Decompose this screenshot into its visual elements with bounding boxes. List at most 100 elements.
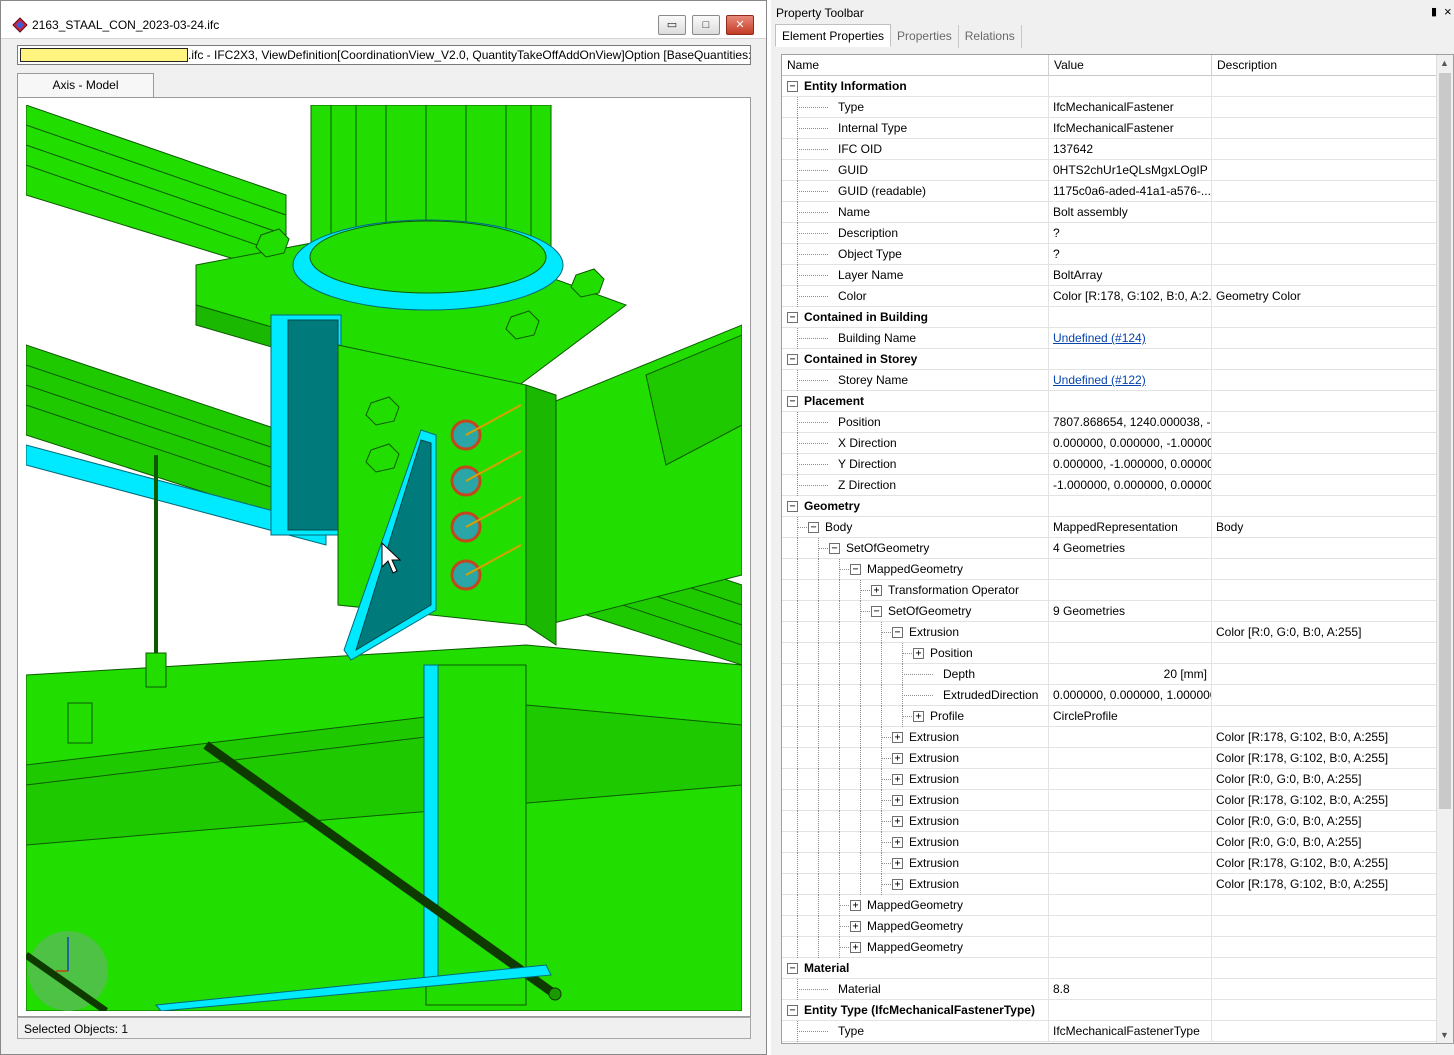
property-row[interactable]: − Body MappedRepresentation Body	[782, 517, 1437, 538]
property-row[interactable]: + MappedGeometry	[782, 937, 1437, 958]
property-row[interactable]: IFC OID 137642	[782, 139, 1437, 160]
scroll-down-icon[interactable]: ▼	[1440, 1030, 1449, 1040]
tab-axis-model[interactable]: Axis - Model	[17, 73, 154, 98]
property-row[interactable]: Color Color [R:178, G:102, B:0, A:2... Geo…	[782, 286, 1437, 307]
property-row[interactable]: + Extrusion Color [R:0, G:0, B:0, A:255]	[782, 811, 1437, 832]
expand-icon[interactable]: +	[892, 774, 903, 785]
expand-icon[interactable]: +	[892, 795, 903, 806]
collapse-icon[interactable]: −	[787, 354, 798, 365]
grid-header: Name Value Description	[782, 55, 1437, 76]
expand-icon[interactable]: +	[892, 858, 903, 869]
property-row[interactable]: Position 7807.868654, 1240.000038, -...	[782, 412, 1437, 433]
scroll-thumb[interactable]	[1439, 73, 1451, 809]
property-row[interactable]: Material 8.8	[782, 979, 1437, 1000]
tree-guide	[818, 622, 819, 643]
property-row[interactable]: + Extrusion Color [R:0, G:0, B:0, A:255]	[782, 769, 1437, 790]
property-row[interactable]: − Contained in Storey	[782, 349, 1437, 370]
property-row[interactable]: + MappedGeometry	[782, 895, 1437, 916]
property-row[interactable]: + Extrusion Color [R:178, G:102, B:0, A:25…	[782, 853, 1437, 874]
tree-guide	[818, 874, 819, 895]
property-row[interactable]: + Position	[782, 643, 1437, 664]
pin-icon[interactable]: ▮	[1431, 5, 1437, 18]
property-row[interactable]: X Direction 0.000000, 0.000000, -1.000000	[782, 433, 1437, 454]
expand-icon[interactable]: +	[892, 837, 903, 848]
property-row[interactable]: ExtrudedDirection 0.000000, 0.000000, 1.0…	[782, 685, 1437, 706]
expand-icon[interactable]: +	[850, 942, 861, 953]
expand-icon[interactable]: +	[913, 711, 924, 722]
property-row[interactable]: + Extrusion Color [R:178, G:102, B:0, A:25…	[782, 748, 1437, 769]
property-row[interactable]: + MappedGeometry	[782, 916, 1437, 937]
property-row[interactable]: Type IfcMechanicalFastener	[782, 97, 1437, 118]
tree-guide	[839, 643, 840, 664]
column-header-value[interactable]: Value	[1049, 55, 1212, 76]
tab-properties[interactable]: Properties	[891, 25, 959, 48]
column-header-description[interactable]: Description	[1212, 55, 1437, 76]
window-titlebar[interactable]: 2163_STAAL_CON_2023-03-24.ifc ▭ □ ✕	[1, 1, 766, 39]
property-row[interactable]: − Entity Information	[782, 76, 1437, 97]
vertical-scrollbar[interactable]: ▲ ▼	[1436, 55, 1453, 1043]
property-row[interactable]: + Extrusion Color [R:0, G:0, B:0, A:255]	[782, 832, 1437, 853]
property-row[interactable]: − Geometry	[782, 496, 1437, 517]
property-row[interactable]: − MappedGeometry	[782, 559, 1437, 580]
property-row[interactable]: Layer Name BoltArray	[782, 265, 1437, 286]
property-row[interactable]: − Contained in Building	[782, 307, 1437, 328]
expand-icon[interactable]: +	[871, 585, 882, 596]
property-row[interactable]: + Profile CircleProfile	[782, 706, 1437, 727]
expand-icon[interactable]: +	[892, 753, 903, 764]
expand-icon[interactable]: +	[913, 648, 924, 659]
property-row[interactable]: − Extrusion Color [R:0, G:0, B:0, A:255]	[782, 622, 1437, 643]
close-icon[interactable]: ×	[1444, 4, 1452, 19]
column-header-name[interactable]: Name	[782, 55, 1049, 76]
scroll-up-icon[interactable]: ▲	[1440, 58, 1449, 68]
steel-model-render[interactable]	[26, 105, 742, 1011]
property-row[interactable]: Storey Name Undefined (#122)	[782, 370, 1437, 391]
property-row[interactable]: + Transformation Operator	[782, 580, 1437, 601]
property-row[interactable]: + Extrusion Color [R:178, G:102, B:0, A:25…	[782, 727, 1437, 748]
property-row[interactable]: − SetOfGeometry 4 Geometries	[782, 538, 1437, 559]
collapse-icon[interactable]: −	[808, 522, 819, 533]
3d-viewport[interactable]	[26, 105, 742, 1011]
close-button[interactable]: ✕	[726, 15, 754, 35]
property-row[interactable]: − Placement	[782, 391, 1437, 412]
property-row[interactable]: + Extrusion Color [R:178, G:102, B:0, A:25…	[782, 790, 1437, 811]
collapse-icon[interactable]: −	[829, 543, 840, 554]
property-row[interactable]: GUID (readable) 1175c0a6-aded-41a1-a576-.…	[782, 181, 1437, 202]
property-row[interactable]: − SetOfGeometry 9 Geometries	[782, 601, 1437, 622]
property-row[interactable]: Y Direction 0.000000, -1.000000, 0.000000	[782, 454, 1437, 475]
collapse-icon[interactable]: −	[787, 1005, 798, 1016]
property-row[interactable]: + Extrusion Color [R:178, G:102, B:0, A:25…	[782, 874, 1437, 895]
property-row[interactable]: GUID 0HTS2chUr1eQLsMgxLOgIP	[782, 160, 1437, 181]
expand-icon[interactable]: +	[850, 921, 861, 932]
property-row[interactable]: Z Direction -1.000000, 0.000000, 0.000000	[782, 475, 1437, 496]
expand-icon[interactable]: +	[892, 816, 903, 827]
collapse-icon[interactable]: −	[871, 606, 882, 617]
tab-element-properties[interactable]: Element Properties	[775, 24, 892, 47]
collapse-icon[interactable]: −	[787, 81, 798, 92]
tree-branch	[797, 338, 828, 339]
tree-guide	[860, 790, 861, 811]
expand-icon[interactable]: +	[892, 879, 903, 890]
property-row[interactable]: Object Type?	[782, 244, 1437, 265]
collapse-icon[interactable]: −	[787, 963, 798, 974]
tab-relations[interactable]: Relations	[959, 25, 1022, 48]
collapse-icon[interactable]: −	[787, 396, 798, 407]
maximize-button[interactable]: □	[692, 15, 720, 35]
property-label: MappedGeometry	[867, 898, 964, 912]
collapse-icon[interactable]: −	[787, 312, 798, 323]
property-row[interactable]: − Entity Type (IfcMechanicalFastenerType)	[782, 1000, 1437, 1021]
property-value-link[interactable]: Undefined (#124)	[1053, 331, 1146, 345]
expand-icon[interactable]: +	[850, 900, 861, 911]
property-value-link[interactable]: Undefined (#122)	[1053, 373, 1146, 387]
property-row[interactable]: Name Bolt assembly	[782, 202, 1437, 223]
property-row[interactable]: Depth 20 [mm]	[782, 664, 1437, 685]
collapse-icon[interactable]: −	[892, 627, 903, 638]
collapse-icon[interactable]: −	[850, 564, 861, 575]
property-row[interactable]: Internal Type IfcMechanicalFastener	[782, 118, 1437, 139]
property-row[interactable]: Building Name Undefined (#124)	[782, 328, 1437, 349]
collapse-icon[interactable]: −	[787, 501, 798, 512]
minimize-button[interactable]: ▭	[658, 15, 686, 35]
property-row[interactable]: Type IfcMechanicalFastenerType	[782, 1021, 1437, 1042]
property-row[interactable]: − Material	[782, 958, 1437, 979]
expand-icon[interactable]: +	[892, 732, 903, 743]
property-row[interactable]: Description?	[782, 223, 1437, 244]
